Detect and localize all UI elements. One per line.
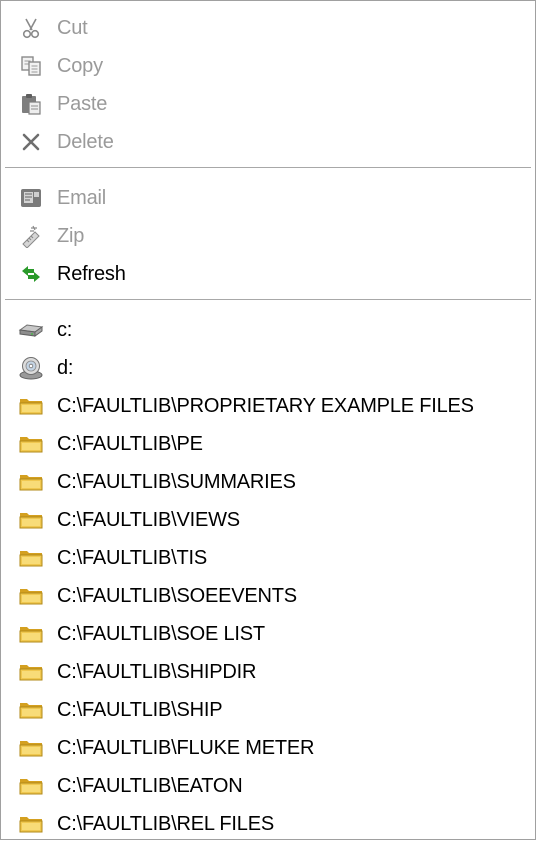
folder-icon bbox=[17, 696, 45, 724]
menu-item-label: Delete bbox=[57, 130, 114, 153]
menu-item-label: C:\FAULTLIB\PROPRIETARY EXAMPLE FILES bbox=[57, 394, 474, 417]
menu-item-folder[interactable]: C:\FAULTLIB\REL FILES bbox=[1, 805, 535, 843]
menu-item-label: C:\FAULTLIB\SHIPDIR bbox=[57, 660, 257, 683]
email-icon bbox=[17, 184, 45, 212]
menu-item-label: Email bbox=[57, 186, 107, 209]
menu-item-label: C:\FAULTLIB\EATON bbox=[57, 774, 243, 797]
menu-item-label: C:\FAULTLIB\SHIP bbox=[57, 698, 223, 721]
folder-icon bbox=[17, 734, 45, 762]
folder-icon bbox=[17, 620, 45, 648]
menu-item-folder[interactable]: C:\FAULTLIB\EATON bbox=[1, 767, 535, 805]
menu-item-label: Zip bbox=[57, 224, 85, 247]
delete-x-icon bbox=[17, 128, 45, 156]
menu-item-folder[interactable]: C:\FAULTLIB\SUMMARIES bbox=[1, 463, 535, 501]
context-menu: Cut Copy Paste Delete Email Zip Refresh … bbox=[0, 0, 536, 840]
folder-icon bbox=[17, 506, 45, 534]
folder-icon bbox=[17, 392, 45, 420]
menu-item-folder[interactable]: C:\FAULTLIB\TIS bbox=[1, 539, 535, 577]
menu-item-label: Cut bbox=[57, 16, 88, 39]
menu-item-label: C:\FAULTLIB\VIEWS bbox=[57, 508, 240, 531]
menu-item-label: Paste bbox=[57, 92, 108, 115]
menu-item-email[interactable]: Email bbox=[1, 179, 535, 217]
paste-icon bbox=[17, 90, 45, 118]
menu-item-label: c: bbox=[57, 318, 73, 341]
menu-item-label: C:\FAULTLIB\SUMMARIES bbox=[57, 470, 296, 493]
menu-item-folder[interactable]: C:\FAULTLIB\SHIPDIR bbox=[1, 653, 535, 691]
menu-item-delete[interactable]: Delete bbox=[1, 123, 535, 161]
menu-item-zip[interactable]: Zip bbox=[1, 217, 535, 255]
folder-icon bbox=[17, 658, 45, 686]
menu-item-folder[interactable]: C:\FAULTLIB\FLUKE METER bbox=[1, 729, 535, 767]
folder-icon bbox=[17, 582, 45, 610]
folder-icon bbox=[17, 544, 45, 572]
menu-item-label: d: bbox=[57, 356, 74, 379]
menu-item-label: C:\FAULTLIB\PE bbox=[57, 432, 203, 455]
folder-icon bbox=[17, 430, 45, 458]
menu-item-refresh[interactable]: Refresh bbox=[1, 255, 535, 293]
menu-separator bbox=[5, 167, 531, 171]
menu-item-folder[interactable]: C:\FAULTLIB\PE bbox=[1, 425, 535, 463]
menu-separator bbox=[5, 299, 531, 303]
menu-item-label: C:\FAULTLIB\SOEEVENTS bbox=[57, 584, 297, 607]
menu-item-folder[interactable]: C:\FAULTLIB\SOEEVENTS bbox=[1, 577, 535, 615]
folder-icon bbox=[17, 468, 45, 496]
menu-item-folder[interactable]: C:\FAULTLIB\SHIP bbox=[1, 691, 535, 729]
menu-item-paste[interactable]: Paste bbox=[1, 85, 535, 123]
menu-item-folder[interactable]: C:\FAULTLIB\SOE LIST bbox=[1, 615, 535, 653]
refresh-icon bbox=[17, 260, 45, 288]
menu-item-label: Refresh bbox=[57, 262, 126, 285]
menu-item-cut[interactable]: Cut bbox=[1, 9, 535, 47]
scissors-icon bbox=[17, 14, 45, 42]
menu-item-drive-d[interactable]: d: bbox=[1, 349, 535, 387]
menu-item-label: Copy bbox=[57, 54, 103, 77]
menu-item-label: C:\FAULTLIB\SOE LIST bbox=[57, 622, 265, 645]
menu-item-folder[interactable]: C:\FAULTLIB\VIEWS bbox=[1, 501, 535, 539]
folder-icon bbox=[17, 810, 45, 838]
zip-icon bbox=[17, 222, 45, 250]
folder-icon bbox=[17, 772, 45, 800]
menu-item-folder[interactable]: C:\FAULTLIB\PROPRIETARY EXAMPLE FILES bbox=[1, 387, 535, 425]
menu-item-drive-c[interactable]: c: bbox=[1, 311, 535, 349]
menu-item-copy[interactable]: Copy bbox=[1, 47, 535, 85]
copy-icon bbox=[17, 52, 45, 80]
menu-item-label: C:\FAULTLIB\FLUKE METER bbox=[57, 736, 315, 759]
hard-drive-icon bbox=[17, 316, 45, 344]
menu-item-label: C:\FAULTLIB\REL FILES bbox=[57, 812, 274, 835]
menu-item-label: C:\FAULTLIB\TIS bbox=[57, 546, 207, 569]
cd-drive-icon bbox=[17, 354, 45, 382]
